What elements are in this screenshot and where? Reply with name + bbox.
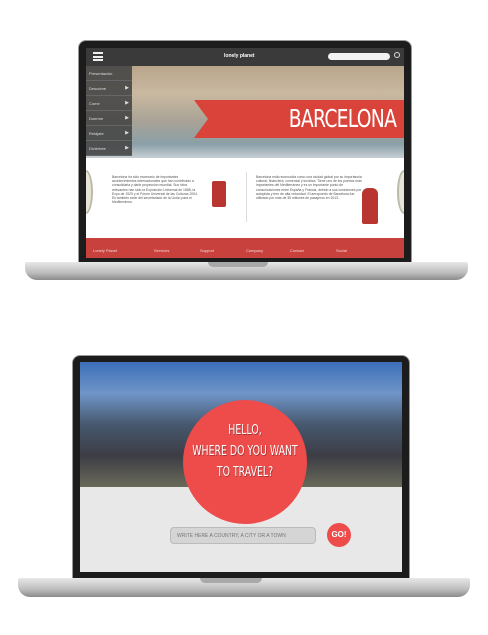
- monument-illustration-right: [362, 188, 378, 224]
- menu-item-duerme[interactable]: Duerme ▶: [86, 111, 132, 126]
- menu-item-come[interactable]: Come ▶: [86, 96, 132, 111]
- search-icon[interactable]: [394, 52, 400, 58]
- chevron-right-icon: ▶: [125, 145, 129, 151]
- text-left: Barcelona ha sido escenario de important…: [112, 175, 198, 205]
- search-input[interactable]: [328, 53, 390, 60]
- laptop-1-notch: [208, 262, 268, 267]
- footer-link-services[interactable]: Services: [154, 248, 169, 253]
- site-header: lonely planet: [86, 48, 404, 66]
- site-footer: Lonely Planet Services Support Company C…: [86, 238, 404, 258]
- menu-item-descubre[interactable]: Descubre ▶: [86, 81, 132, 96]
- next-arrow-button[interactable]: [397, 170, 404, 214]
- divider: [246, 172, 247, 222]
- chevron-right-icon: ▶: [125, 85, 129, 91]
- city-title: BARCELONA: [288, 104, 397, 133]
- text-right: Barcelona está reconocida como una ciuda…: [256, 175, 362, 201]
- menu-item-relajate[interactable]: Relájate ▶: [86, 126, 132, 141]
- menu-item-diviertete[interactable]: Diviértete ▶: [86, 141, 132, 156]
- monument-illustration-left: [212, 181, 226, 207]
- headline-circle: HELLO, WHERE DO YOU WANT TO TRAVEL?: [183, 400, 307, 524]
- headline-line-3: TO TRAVEL?: [216, 465, 274, 480]
- headline-line-1: HELLO,: [228, 423, 262, 438]
- headline-line-2: WHERE DO YOU WANT: [192, 444, 298, 459]
- chevron-right-icon: ▶: [125, 100, 129, 106]
- footer-link-contact[interactable]: Contact: [290, 248, 304, 253]
- footer-link-support[interactable]: Support: [200, 248, 214, 253]
- chevron-right-icon: ▶: [125, 115, 129, 121]
- footer-link-social[interactable]: Social: [336, 248, 347, 253]
- go-button[interactable]: GO!: [327, 523, 351, 547]
- prev-arrow-button[interactable]: [86, 170, 93, 214]
- destination-search-input[interactable]: [170, 527, 316, 544]
- laptop-1-screen: lonely planet BARCELONA Presentación Des…: [86, 48, 404, 258]
- chevron-right-icon: ▶: [125, 130, 129, 136]
- hamburger-menu-icon[interactable]: [93, 52, 103, 61]
- sidebar-menu: Presentación Descubre ▶ Come ▶ Duerme ▶ Rel…: [86, 66, 132, 156]
- footer-link-company[interactable]: Company: [246, 248, 263, 253]
- menu-item-presentacion[interactable]: Presentación: [86, 66, 132, 81]
- footer-link-lonely-planet[interactable]: Lonely Planet: [93, 248, 117, 253]
- logo[interactable]: lonely planet: [224, 53, 255, 59]
- city-banner: BARCELONA: [194, 100, 404, 138]
- laptop-2-screen: HELLO, WHERE DO YOU WANT TO TRAVEL? GO!: [80, 362, 402, 572]
- laptop-2-notch: [200, 578, 262, 583]
